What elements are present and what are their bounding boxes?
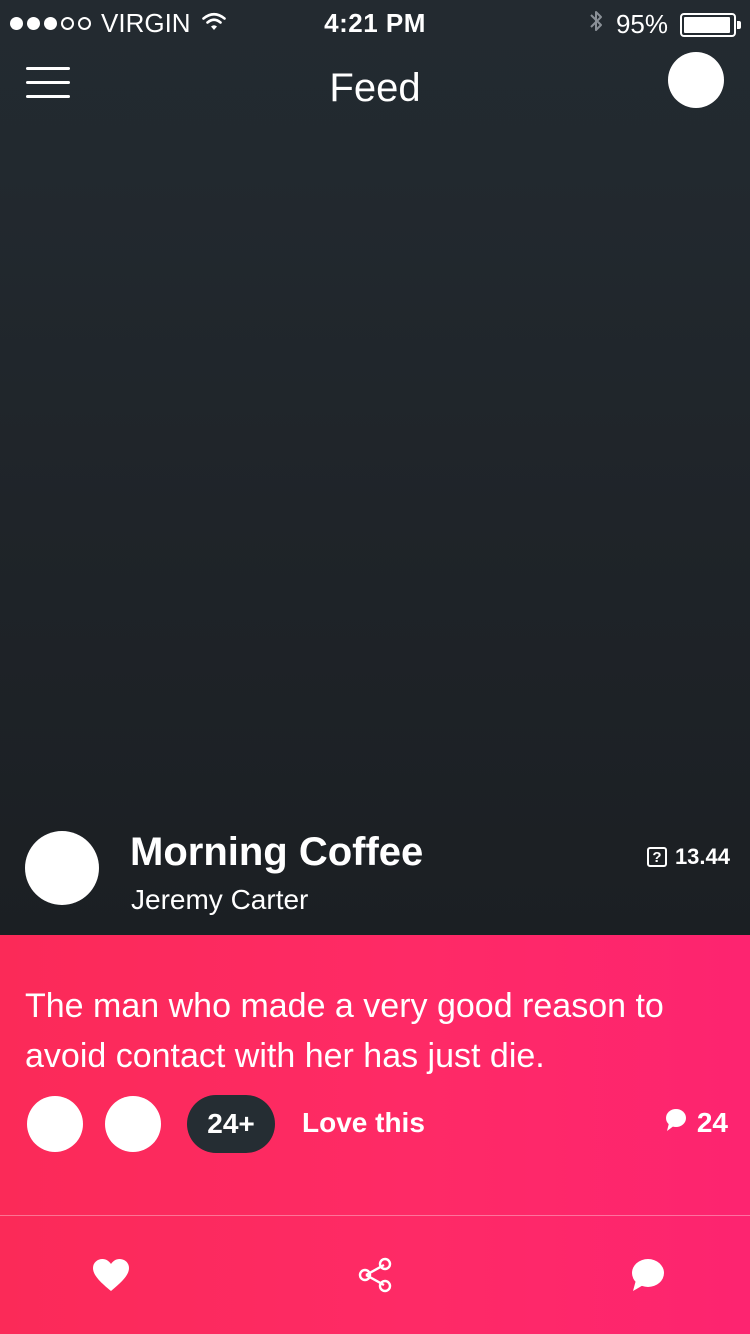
likers-count-badge[interactable]: 24+ xyxy=(187,1095,275,1153)
comment-icon[interactable] xyxy=(623,1250,673,1300)
post-actions: 24+ Love this 24 xyxy=(0,1095,750,1153)
share-icon[interactable] xyxy=(350,1250,400,1300)
page-title: Feed xyxy=(329,66,421,110)
bottom-action-bar xyxy=(0,1216,750,1334)
post-body: The man who made a very good reason to a… xyxy=(25,987,664,1075)
bluetooth-icon xyxy=(588,8,604,41)
clock-icon: ? xyxy=(646,847,667,867)
battery-fill xyxy=(684,16,730,33)
post-card: The man who made a very good reason to a… xyxy=(0,935,750,1334)
post-author[interactable]: Jeremy Carter xyxy=(131,884,308,916)
hero-image-area xyxy=(0,0,750,935)
liker-avatar[interactable] xyxy=(105,1096,161,1152)
status-right: 95% xyxy=(588,8,741,41)
comment-count[interactable]: 24 xyxy=(665,1107,728,1139)
love-this-button[interactable]: Love this xyxy=(302,1107,425,1139)
liker-avatar[interactable] xyxy=(27,1096,83,1152)
post-timestamp: ? 13.44 xyxy=(646,844,730,870)
comment-bubble-icon xyxy=(665,1107,687,1139)
comment-count-value: 24 xyxy=(696,1107,728,1138)
post-header: Morning Coffee Jeremy Carter ? 13.44 xyxy=(0,830,750,930)
nav-bar: Feed xyxy=(0,52,750,124)
status-bar: VIRGIN 4:21 PM 95% xyxy=(0,0,750,48)
heart-icon[interactable] xyxy=(86,1250,136,1300)
post-title: Morning Coffee xyxy=(130,830,424,874)
battery-percent: 95% xyxy=(615,9,668,39)
author-avatar[interactable] xyxy=(25,831,99,905)
battery-icon xyxy=(680,12,741,37)
post-time-value: 13.44 xyxy=(674,844,730,869)
profile-avatar[interactable] xyxy=(668,52,724,108)
